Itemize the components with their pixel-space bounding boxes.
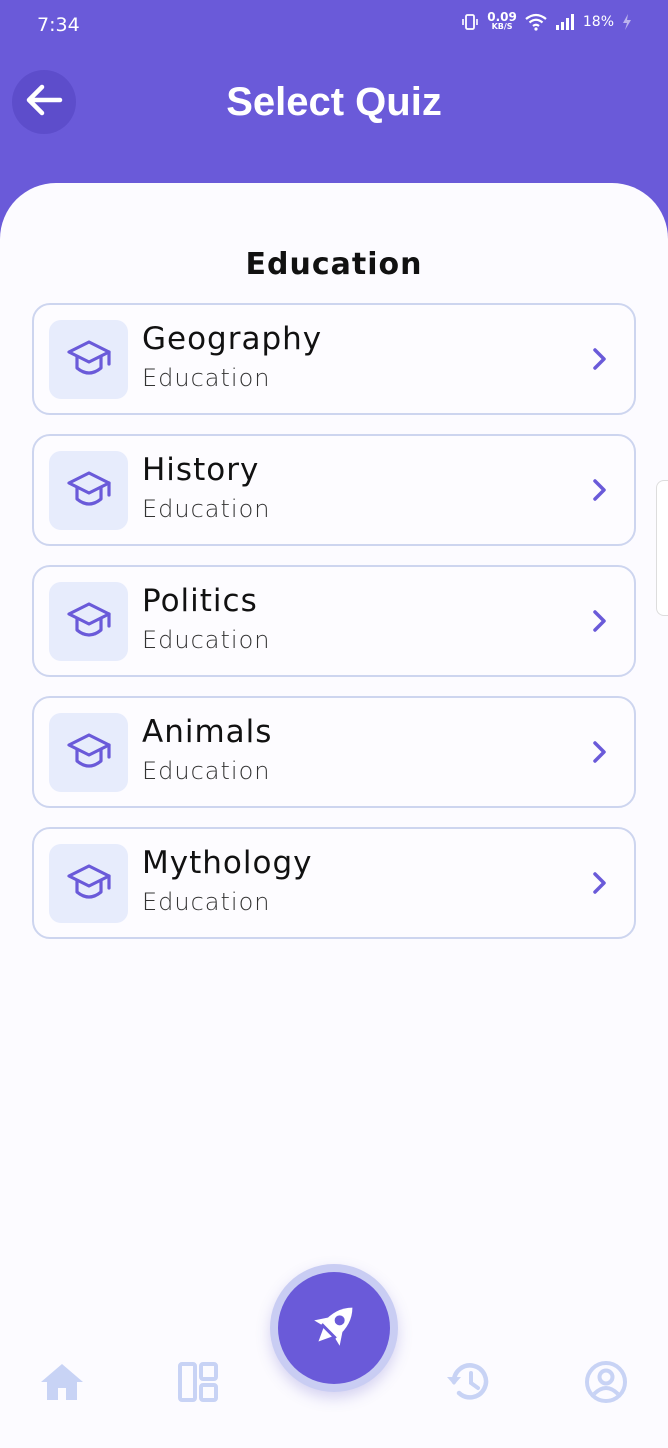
quiz-list: Geography Education History Education Po… xyxy=(32,303,636,958)
section-title: Education xyxy=(245,247,423,282)
quiz-name: Animals xyxy=(142,714,273,750)
quiz-category: Education xyxy=(142,888,271,916)
content-sheet: Education Geography Education History Ed… xyxy=(0,183,668,1448)
quiz-category: Education xyxy=(142,364,271,392)
vibrate-icon xyxy=(461,13,479,31)
profile-icon xyxy=(584,1360,628,1409)
chevron-right-icon xyxy=(590,476,610,509)
quiz-category: Education xyxy=(142,757,271,785)
net-speed-value: 0.09 xyxy=(487,10,517,24)
quiz-category: Education xyxy=(142,495,271,523)
status-time: 7:34 xyxy=(37,14,80,36)
graduation-cap-icon xyxy=(49,844,128,923)
quiz-name: Politics xyxy=(142,583,258,619)
nav-profile[interactable] xyxy=(582,1360,630,1408)
page-title: Select Quiz xyxy=(226,80,442,124)
quiz-name: History xyxy=(142,452,260,488)
chevron-right-icon xyxy=(590,345,610,378)
chevron-right-icon xyxy=(590,869,610,902)
graduation-cap-icon xyxy=(49,320,128,399)
graduation-cap-icon xyxy=(49,451,128,530)
nav-dashboard[interactable] xyxy=(174,1360,222,1408)
history-icon xyxy=(444,1360,492,1409)
signal-icon xyxy=(555,14,575,30)
home-icon xyxy=(39,1362,85,1407)
app-header: Select Quiz xyxy=(0,52,668,192)
quiz-card-geography[interactable]: Geography Education xyxy=(32,303,636,415)
edge-handle[interactable] xyxy=(656,480,668,616)
nav-home[interactable] xyxy=(38,1360,86,1408)
chevron-right-icon xyxy=(590,607,610,640)
charging-icon xyxy=(622,14,632,30)
rocket-icon xyxy=(304,1296,364,1361)
nav-history[interactable] xyxy=(444,1360,492,1408)
wifi-icon xyxy=(525,13,547,31)
quiz-card-history[interactable]: History Education xyxy=(32,434,636,546)
quiz-card-animals[interactable]: Animals Education xyxy=(32,696,636,808)
net-speed: 0.09 KB/S xyxy=(487,10,517,32)
quiz-card-mythology[interactable]: Mythology Education xyxy=(32,827,636,939)
start-quiz-button[interactable] xyxy=(278,1272,390,1384)
quiz-name: Mythology xyxy=(142,845,313,881)
status-icons: 0.09 KB/S 18% xyxy=(461,10,632,32)
dashboard-icon xyxy=(177,1361,219,1408)
chevron-right-icon xyxy=(590,738,610,771)
quiz-category: Education xyxy=(142,626,271,654)
quiz-name: Geography xyxy=(142,321,323,357)
net-speed-unit: KB/S xyxy=(491,22,513,31)
graduation-cap-icon xyxy=(49,713,128,792)
status-bar: 7:34 0.09 KB/S 18% xyxy=(0,0,668,52)
battery-level: 18% xyxy=(582,14,614,30)
quiz-card-politics[interactable]: Politics Education xyxy=(32,565,636,677)
graduation-cap-icon xyxy=(49,582,128,661)
